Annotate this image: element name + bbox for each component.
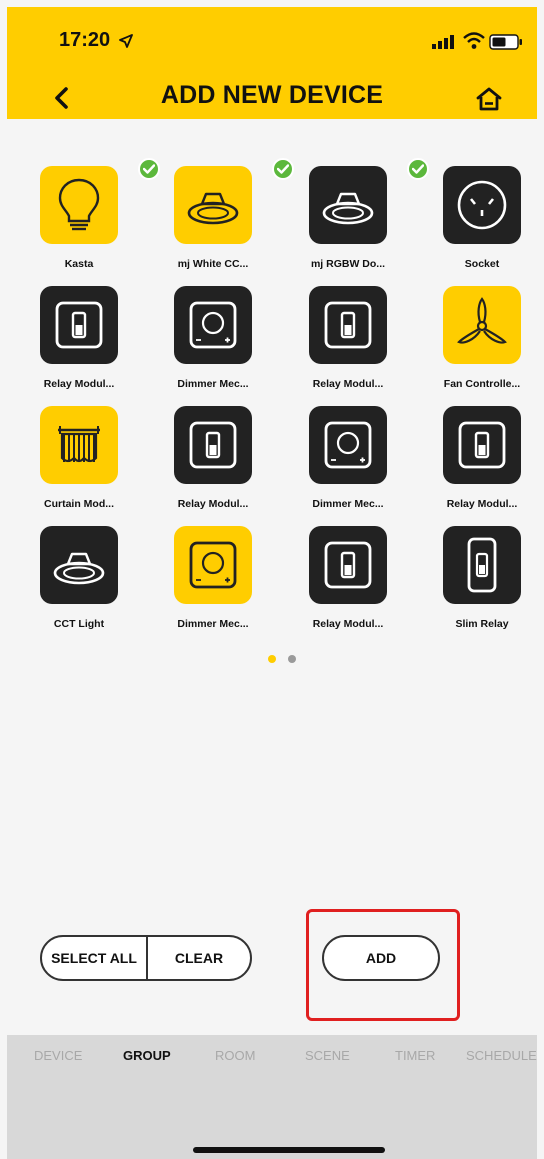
device-tile[interactable]: Relay Modul... [8, 286, 138, 404]
tab-timer[interactable]: TIMER [395, 1048, 435, 1063]
device-icon-box[interactable] [40, 526, 118, 604]
device-icon-box[interactable] [40, 406, 118, 484]
relay-switch-icon [55, 301, 103, 349]
tab-schedule[interactable]: SCHEDULE [466, 1048, 537, 1063]
dimmer-icon [189, 301, 237, 349]
relay-switch-icon [324, 301, 372, 349]
tab-group[interactable]: GROUP [123, 1048, 171, 1063]
device-label: Socket [464, 258, 500, 270]
relay-switch-icon [189, 421, 237, 469]
device-tile[interactable]: Relay Modul... [277, 526, 407, 644]
page-dot-inactive[interactable] [288, 655, 296, 663]
wifi-icon [463, 32, 485, 49]
dimmer-icon [189, 541, 237, 589]
device-label: Kasta [64, 258, 94, 270]
downlight-icon [322, 192, 374, 225]
device-tile[interactable]: Relay Modul... [411, 406, 541, 524]
nav-bar: ADD NEW DEVICE [7, 71, 537, 119]
device-label: Dimmer Mec... [177, 378, 249, 390]
tab-room[interactable]: ROOM [215, 1048, 255, 1063]
device-label: Relay Modul... [177, 498, 249, 510]
device-tile[interactable]: Fan Controlle... [411, 286, 541, 404]
device-icon-box[interactable] [174, 526, 252, 604]
fan-icon [457, 297, 507, 344]
slim-relay-icon [467, 537, 497, 593]
device-icon-box[interactable] [174, 406, 252, 484]
device-tile[interactable]: Kasta [8, 158, 160, 284]
device-tile[interactable]: mj White CC... [142, 158, 294, 284]
device-tile[interactable]: mj RGBW Do... [277, 158, 429, 284]
page-dot-active[interactable] [268, 655, 276, 663]
device-tile[interactable]: Dimmer Mec... [277, 406, 407, 524]
tab-device[interactable]: DEVICE [34, 1048, 82, 1063]
curtain-icon [58, 426, 100, 463]
device-icon-box[interactable] [309, 158, 429, 244]
tab-scene[interactable]: SCENE [305, 1048, 350, 1063]
relay-switch-icon [458, 421, 506, 469]
device-tile[interactable]: Relay Modul... [142, 406, 272, 524]
device-label: Fan Controlle... [443, 378, 521, 390]
downlight-icon [187, 192, 239, 225]
device-tile[interactable]: Slim Relay [411, 526, 541, 644]
screen: 17:20 ADD NEW DEVICE Kasta mj White CC..… [0, 0, 544, 1159]
page-title: ADD NEW DEVICE [160, 81, 384, 109]
device-label: mj RGBW Do... [310, 258, 386, 270]
device-icon-box[interactable] [443, 526, 521, 604]
device-label: Curtain Mod... [44, 498, 114, 510]
device-label: mj White CC... [177, 258, 249, 270]
select-all-button[interactable]: SELECT ALL [42, 937, 148, 979]
select-clear-group: SELECT ALL CLEAR [40, 935, 252, 981]
device-label: Dimmer Mec... [177, 618, 249, 630]
cellular-signal-icon [432, 35, 454, 49]
socket-icon [457, 180, 507, 230]
device-icon-box[interactable] [443, 166, 521, 244]
device-icon-box[interactable] [309, 406, 387, 484]
clear-button[interactable]: CLEAR [148, 937, 250, 979]
device-tile[interactable]: Socket [411, 166, 541, 284]
device-icon-box[interactable] [174, 158, 294, 244]
location-arrow-icon [119, 34, 133, 48]
device-label: Relay Modul... [43, 378, 115, 390]
device-icon-box[interactable] [40, 286, 118, 364]
status-time: 17:20 [59, 29, 111, 51]
device-icon-box[interactable] [443, 286, 521, 364]
relay-switch-icon [324, 541, 372, 589]
device-label: Relay Modul... [312, 618, 384, 630]
device-icon-box[interactable] [174, 286, 252, 364]
device-tile[interactable]: CCT Light [8, 526, 138, 644]
status-bar: 17:20 [7, 7, 537, 65]
device-tile[interactable]: Dimmer Mec... [142, 526, 272, 644]
device-tile[interactable]: Dimmer Mec... [142, 286, 272, 404]
home-icon[interactable] [475, 85, 503, 113]
dimmer-icon [324, 421, 372, 469]
downlight-icon [53, 552, 105, 585]
battery-icon [489, 34, 522, 50]
device-label: Relay Modul... [312, 378, 384, 390]
device-label: CCT Light [53, 618, 105, 630]
tab-bar: DEVICE GROUP ROOM SCENE TIMER SCHEDULE [7, 1035, 537, 1159]
device-icon-box[interactable] [309, 526, 387, 604]
app-header: 17:20 ADD NEW DEVICE [7, 7, 537, 119]
device-label: Relay Modul... [446, 498, 518, 510]
device-icon-box[interactable] [443, 406, 521, 484]
add-button[interactable]: ADD [322, 935, 440, 981]
device-label: Dimmer Mec... [312, 498, 384, 510]
page-indicator [0, 655, 544, 665]
bulb-icon [58, 178, 100, 231]
device-icon-box[interactable] [40, 158, 160, 244]
device-tile[interactable]: Relay Modul... [277, 286, 407, 404]
device-label: Slim Relay [455, 618, 509, 630]
device-icon-box[interactable] [309, 286, 387, 364]
device-tile[interactable]: Curtain Mod... [8, 406, 138, 524]
home-indicator [193, 1147, 385, 1153]
